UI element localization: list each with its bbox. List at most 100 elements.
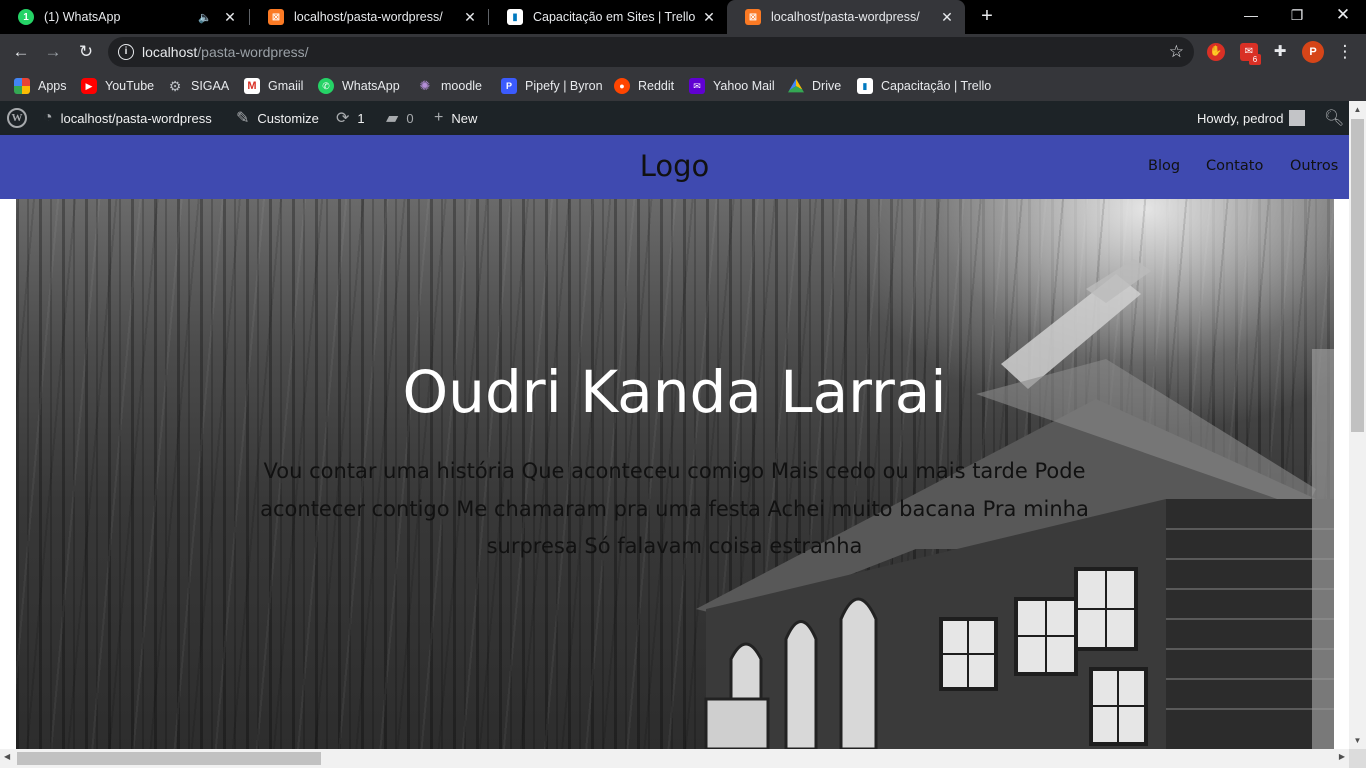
gmail-icon: M xyxy=(244,78,260,94)
search-icon: 🔍︎ xyxy=(1324,110,1345,127)
pipefy-icon: P xyxy=(501,78,517,94)
wp-updates[interactable]: ⟳ 1 xyxy=(336,101,365,135)
close-tab-icon[interactable]: ✕ xyxy=(222,9,238,26)
site-info-icon[interactable]: i xyxy=(118,44,134,60)
tab-localhost-1[interactable]: ⊠ localhost/pasta-wordpress/ ✕ xyxy=(250,0,488,34)
nav-link-blog[interactable]: Blog xyxy=(1148,158,1180,174)
site-header: Logo Blog Contato Outros xyxy=(0,135,1349,199)
bookmark-star-icon[interactable]: ☆ xyxy=(1169,42,1184,62)
tab-localhost-active[interactable]: ⊠ localhost/pasta-wordpress/ ✕ xyxy=(727,0,965,34)
yahoo-mail-icon: ✉ xyxy=(689,78,705,94)
horizontal-scrollbar[interactable]: ◀ ▶ xyxy=(0,749,1349,768)
wordpress-icon: W xyxy=(7,108,27,128)
bookmark-label: YouTube xyxy=(105,79,155,93)
address-bar[interactable]: i localhost/pasta-wordpress/ ☆ xyxy=(108,37,1194,67)
hero-title: Oudri Kanda Larrai xyxy=(402,358,947,426)
xampp-icon: ⊠ xyxy=(268,9,284,25)
nav-link-contato[interactable]: Contato xyxy=(1206,158,1263,174)
bookmark-moodle[interactable]: ✺ moodle xyxy=(417,76,482,96)
gmail-badge: 6 xyxy=(1249,54,1261,65)
site-logo[interactable]: Logo xyxy=(0,149,1349,183)
wp-search[interactable]: 🔍︎ xyxy=(1324,101,1344,135)
hero-paragraph: Vou contar uma história Que aconteceu co… xyxy=(260,459,1089,558)
browser-menu-icon[interactable]: ⋮ xyxy=(1333,40,1357,64)
wp-new-label: New xyxy=(451,110,478,126)
wp-customize[interactable]: ✎ Customize xyxy=(236,101,319,135)
new-tab-button[interactable]: + xyxy=(976,5,998,27)
bookmark-youtube[interactable]: ▶ YouTube xyxy=(81,76,154,96)
bookmark-label: Apps xyxy=(38,79,67,93)
bookmark-drive[interactable]: Drive xyxy=(788,76,841,96)
paintbrush-icon: ✎ xyxy=(236,110,250,127)
horizontal-scroll-thumb[interactable] xyxy=(17,752,321,765)
whatsapp-icon: ✆ xyxy=(318,78,334,94)
bookmark-label: SIGAA xyxy=(191,79,230,93)
bookmark-yahoo-mail[interactable]: ✉ Yahoo Mail xyxy=(689,76,775,96)
dashboard-icon: ◔ xyxy=(43,109,53,126)
scroll-left-arrow-icon[interactable]: ◀ xyxy=(4,752,10,761)
tab-title: Capacitação em Sites | Trello xyxy=(533,10,696,24)
bookmark-pipefy[interactable]: P Pipefy | Byron xyxy=(501,76,603,96)
url-path: /pasta-wordpress/ xyxy=(197,44,309,60)
bookmark-label: Capacitação | Trello xyxy=(881,79,992,93)
bookmark-reddit[interactable]: ● Reddit xyxy=(614,76,674,96)
whatsapp-icon: 1 xyxy=(18,9,34,25)
bookmark-apps[interactable]: Apps xyxy=(14,76,67,96)
url-text[interactable]: localhost/pasta-wordpress/ xyxy=(142,44,309,60)
close-tab-icon[interactable]: ✕ xyxy=(939,9,955,26)
bookmark-label: Gmaiil xyxy=(268,79,304,93)
tab-whatsapp[interactable]: 1 (1) WhatsApp 🔈 ✕ xyxy=(0,0,248,34)
adblock-extension-icon[interactable]: ✋ xyxy=(1207,43,1225,61)
wp-new-content[interactable]: + New xyxy=(434,101,477,135)
wp-site-name[interactable]: ◔ localhost/pasta-wordpress xyxy=(43,101,212,135)
wp-customize-label: Customize xyxy=(257,110,319,126)
wp-my-account[interactable]: Howdy, pedrod xyxy=(1197,101,1306,135)
scroll-right-arrow-icon[interactable]: ▶ xyxy=(1339,752,1345,761)
bookmark-trello[interactable]: ▮ Capacitação | Trello xyxy=(857,76,991,96)
browser-toolbar: ← → ↻ i localhost/pasta-wordpress/ ☆ ✋ ✉… xyxy=(0,34,1366,70)
close-tab-icon[interactable]: ✕ xyxy=(701,9,717,26)
plus-icon: + xyxy=(434,109,444,126)
comment-icon: ▰ xyxy=(386,110,399,127)
nav-link-outros[interactable]: Outros xyxy=(1290,158,1338,174)
profile-avatar[interactable]: P xyxy=(1302,41,1324,63)
trello-icon: ▮ xyxy=(507,9,523,25)
youtube-icon: ▶ xyxy=(81,78,97,94)
bookmark-gmail[interactable]: M Gmaiil xyxy=(244,76,303,96)
bookmark-sigaa[interactable]: ⚙ SIGAA xyxy=(167,76,230,96)
wp-comments[interactable]: ▰ 0 xyxy=(386,101,414,135)
minimize-button[interactable]: — xyxy=(1228,0,1274,30)
browser-tab-strip: 1 (1) WhatsApp 🔈 ✕ ⊠ localhost/pasta-wor… xyxy=(0,0,1366,34)
updates-icon: ⟳ xyxy=(336,110,350,127)
restore-button[interactable]: ❐ xyxy=(1274,0,1320,30)
reload-button[interactable]: ↻ xyxy=(74,40,98,64)
bookmark-label: Pipefy | Byron xyxy=(525,79,603,93)
scrollbar-corner xyxy=(1349,749,1366,768)
wp-logo-menu[interactable]: W xyxy=(7,101,27,135)
bookmark-label: Reddit xyxy=(638,79,675,93)
bookmark-whatsapp[interactable]: ✆ WhatsApp xyxy=(318,76,400,96)
back-button[interactable]: ← xyxy=(9,40,33,64)
tab-title: localhost/pasta-wordpress/ xyxy=(294,10,443,24)
bookmark-label: Yahoo Mail xyxy=(713,79,775,93)
extensions-puzzle-icon[interactable]: ✚ xyxy=(1271,43,1289,61)
vertical-scrollbar[interactable]: ▲ ▼ xyxy=(1349,101,1366,749)
sigaa-icon: ⚙ xyxy=(168,77,182,94)
user-avatar xyxy=(1289,110,1306,126)
bookmark-label: Drive xyxy=(812,79,842,93)
wp-howdy-label: Howdy, pedrod xyxy=(1197,110,1284,126)
scroll-down-arrow-icon[interactable]: ▼ xyxy=(1349,736,1366,745)
vertical-scroll-thumb[interactable] xyxy=(1351,119,1364,432)
tab-trello[interactable]: ▮ Capacitação em Sites | Trello ✕ xyxy=(489,0,727,34)
wp-updates-count: 1 xyxy=(357,110,365,126)
xampp-icon: ⊠ xyxy=(745,9,761,25)
close-tab-icon[interactable]: ✕ xyxy=(462,9,478,26)
close-window-button[interactable]: ✕ xyxy=(1320,0,1366,30)
wp-admin-bar: W ◔ localhost/pasta-wordpress ✎ Customiz… xyxy=(0,101,1349,135)
forward-button[interactable]: → xyxy=(41,40,65,64)
moodle-icon: ✺ xyxy=(419,78,431,93)
wp-site-label: localhost/pasta-wordpress xyxy=(60,110,212,126)
speaker-icon[interactable]: 🔈 xyxy=(198,11,212,24)
scroll-up-arrow-icon[interactable]: ▲ xyxy=(1349,105,1366,114)
apps-grid-icon xyxy=(14,78,30,94)
